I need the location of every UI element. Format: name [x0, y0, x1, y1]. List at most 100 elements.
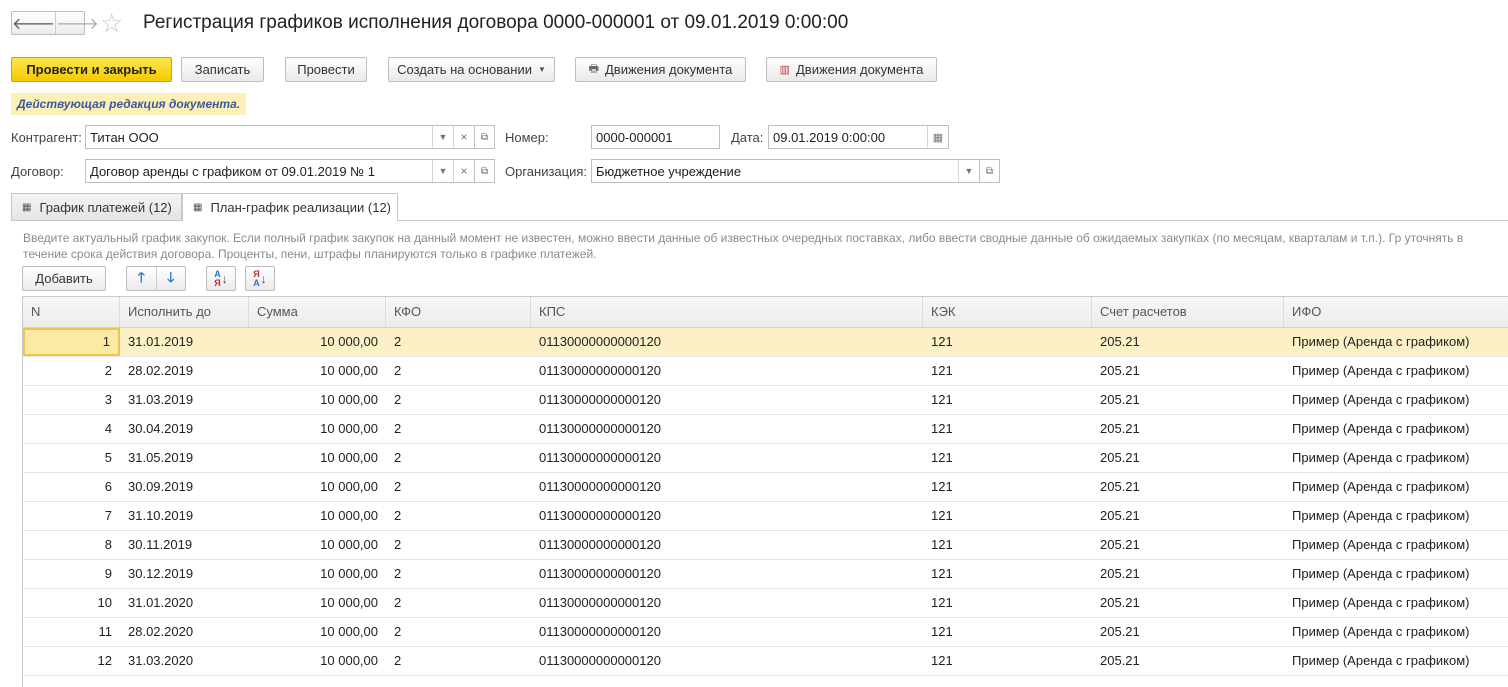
cell-due-date[interactable]: 30.04.2019	[120, 415, 249, 443]
column-header-n[interactable]: N	[23, 297, 120, 327]
cell-kps[interactable]: 01130000000000120	[531, 647, 923, 675]
contract-field[interactable]: Договор аренды с графиком от 09.01.2019 …	[85, 159, 475, 183]
cell-n[interactable]: 10	[23, 589, 120, 617]
cell-ifo[interactable]: Пример (Аренда с графиком)	[1284, 328, 1508, 356]
cell-n[interactable]: 3	[23, 386, 120, 414]
contract-value[interactable]: Договор аренды с графиком от 09.01.2019 …	[86, 160, 432, 182]
cell-due-date[interactable]: 28.02.2019	[120, 357, 249, 385]
cell-kfo[interactable]: 2	[386, 415, 531, 443]
cell-ifo[interactable]: Пример (Аренда с графиком)	[1284, 589, 1508, 617]
cell-settlement-account[interactable]: 205.21	[1092, 618, 1284, 646]
cell-kek[interactable]: 121	[923, 502, 1092, 530]
cell-n[interactable]: 5	[23, 444, 120, 472]
cell-kek[interactable]: 121	[923, 473, 1092, 501]
table-row[interactable]: 9 30.12.2019 10 000,00 2 01130000000000120 12…	[23, 560, 1508, 589]
table-row[interactable]: 4 30.04.2019 10 000,00 2 01130000000000120 12…	[23, 415, 1508, 444]
post-button[interactable]: Провести	[285, 57, 367, 82]
cell-kek[interactable]: 121	[923, 386, 1092, 414]
cell-kps[interactable]: 01130000000000120	[531, 328, 923, 356]
cell-amount[interactable]: 10 000,00	[249, 444, 386, 472]
cell-n[interactable]: 1	[23, 328, 120, 356]
cell-kek[interactable]: 121	[923, 531, 1092, 559]
cell-amount[interactable]: 10 000,00	[249, 618, 386, 646]
cell-kps[interactable]: 01130000000000120	[531, 415, 923, 443]
cell-due-date[interactable]: 31.05.2019	[120, 444, 249, 472]
cell-ifo[interactable]: Пример (Аренда с графиком)	[1284, 444, 1508, 472]
open-icon[interactable]: ⧉	[475, 125, 495, 149]
cell-kek[interactable]: 121	[923, 328, 1092, 356]
open-icon[interactable]: ⧉	[475, 159, 495, 183]
document-movements-button[interactable]: ▥ Движения документа	[766, 57, 937, 82]
cell-n[interactable]: 11	[23, 618, 120, 646]
column-header-kek[interactable]: КЭК	[923, 297, 1092, 327]
cell-amount[interactable]: 10 000,00	[249, 357, 386, 385]
organization-value[interactable]: Бюджетное учреждение	[592, 160, 958, 182]
cell-amount[interactable]: 10 000,00	[249, 560, 386, 588]
sort-ascending-button[interactable]: А Я ↓	[206, 266, 236, 291]
add-button[interactable]: Добавить	[22, 266, 106, 291]
forward-button[interactable]: 🡒	[54, 12, 99, 34]
cell-kps[interactable]: 01130000000000120	[531, 357, 923, 385]
table-row[interactable]: 8 30.11.2019 10 000,00 2 01130000000000120 12…	[23, 531, 1508, 560]
save-button[interactable]: Записать	[181, 57, 264, 82]
cell-amount[interactable]: 10 000,00	[249, 386, 386, 414]
cell-kps[interactable]: 01130000000000120	[531, 386, 923, 414]
table-row[interactable]: 10 31.01.2020 10 000,00 2 01130000000000120 1…	[23, 589, 1508, 618]
cell-due-date[interactable]: 28.02.2020	[120, 618, 249, 646]
number-value[interactable]: 0000-000001	[592, 126, 719, 148]
post-and-close-button[interactable]: Провести и закрыть	[11, 57, 172, 82]
cell-ifo[interactable]: Пример (Аренда с графиком)	[1284, 647, 1508, 675]
cell-due-date[interactable]: 31.01.2019	[120, 328, 249, 356]
table-row[interactable]: 6 30.09.2019 10 000,00 2 01130000000000120 12…	[23, 473, 1508, 502]
column-header-amount[interactable]: Сумма	[249, 297, 386, 327]
cell-n[interactable]: 12	[23, 647, 120, 675]
dropdown-arrow-icon[interactable]: ▼	[432, 160, 453, 182]
cell-settlement-account[interactable]: 205.21	[1092, 560, 1284, 588]
cell-kps[interactable]: 01130000000000120	[531, 618, 923, 646]
cell-ifo[interactable]: Пример (Аренда с графиком)	[1284, 386, 1508, 414]
cell-amount[interactable]: 10 000,00	[249, 647, 386, 675]
cell-kps[interactable]: 01130000000000120	[531, 473, 923, 501]
cell-kfo[interactable]: 2	[386, 473, 531, 501]
cell-settlement-account[interactable]: 205.21	[1092, 386, 1284, 414]
clear-icon[interactable]: ×	[453, 160, 474, 182]
column-header-due-date[interactable]: Исполнить до	[120, 297, 249, 327]
cell-amount[interactable]: 10 000,00	[249, 531, 386, 559]
cell-due-date[interactable]: 31.01.2020	[120, 589, 249, 617]
cell-amount[interactable]: 10 000,00	[249, 328, 386, 356]
cell-kfo[interactable]: 2	[386, 560, 531, 588]
cell-kps[interactable]: 01130000000000120	[531, 589, 923, 617]
cell-kps[interactable]: 01130000000000120	[531, 502, 923, 530]
contractor-value[interactable]: Титан ООО	[86, 126, 432, 148]
favorite-star-icon[interactable]: ☆	[100, 8, 123, 38]
back-button[interactable]: 🡐	[12, 12, 55, 34]
cell-kek[interactable]: 121	[923, 647, 1092, 675]
cell-amount[interactable]: 10 000,00	[249, 473, 386, 501]
cell-kek[interactable]: 121	[923, 444, 1092, 472]
cell-ifo[interactable]: Пример (Аренда с графиком)	[1284, 357, 1508, 385]
cell-n[interactable]: 9	[23, 560, 120, 588]
tab-implementation-plan[interactable]: ▦ План-график реализации (12)	[182, 193, 398, 221]
cell-kfo[interactable]: 2	[386, 357, 531, 385]
cell-due-date[interactable]: 30.09.2019	[120, 473, 249, 501]
cell-ifo[interactable]: Пример (Аренда с графиком)	[1284, 473, 1508, 501]
cell-settlement-account[interactable]: 205.21	[1092, 473, 1284, 501]
cell-amount[interactable]: 10 000,00	[249, 502, 386, 530]
clear-icon[interactable]: ×	[453, 126, 474, 148]
cell-kps[interactable]: 01130000000000120	[531, 560, 923, 588]
cell-amount[interactable]: 10 000,00	[249, 589, 386, 617]
cell-due-date[interactable]: 31.03.2019	[120, 386, 249, 414]
table-row[interactable]: 2 28.02.2019 10 000,00 2 01130000000000120 12…	[23, 357, 1508, 386]
table-row[interactable]: 11 28.02.2020 10 000,00 2 01130000000000120 1…	[23, 618, 1508, 647]
cell-due-date[interactable]: 31.10.2019	[120, 502, 249, 530]
column-header-settlement-account[interactable]: Счет расчетов	[1092, 297, 1284, 327]
cell-kfo[interactable]: 2	[386, 647, 531, 675]
cell-ifo[interactable]: Пример (Аренда с графиком)	[1284, 618, 1508, 646]
cell-ifo[interactable]: Пример (Аренда с графиком)	[1284, 502, 1508, 530]
create-based-on-button[interactable]: Создать на основании ▼	[388, 57, 555, 82]
table-row[interactable]: 7 31.10.2019 10 000,00 2 01130000000000120 12…	[23, 502, 1508, 531]
cell-kek[interactable]: 121	[923, 560, 1092, 588]
open-icon[interactable]: ⧉	[980, 159, 1000, 183]
tab-payment-schedule[interactable]: ▦ График платежей (12)	[11, 193, 182, 220]
table-row[interactable]: 12 31.03.2020 10 000,00 2 01130000000000120 1…	[23, 647, 1508, 676]
